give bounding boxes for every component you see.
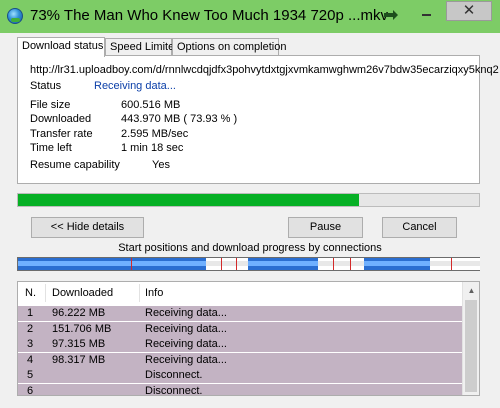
connection-marker xyxy=(236,258,237,270)
progress-fill xyxy=(18,194,359,206)
connections-progress-bar xyxy=(17,257,480,271)
close-button[interactable]: ✕ xyxy=(446,1,492,21)
cell-info: Receiving data... xyxy=(145,338,227,350)
resume-capability-value: Yes xyxy=(152,159,170,171)
scrollbar-thumb[interactable] xyxy=(465,300,477,392)
file-size-value: 600.516 MB xyxy=(121,99,181,111)
time-left-value: 1 min 18 sec xyxy=(121,142,184,154)
cell-info: Disconnect. xyxy=(145,384,203,396)
connection-gap xyxy=(430,258,480,270)
table-row[interactable]: 2 151.706 MB Receiving data... xyxy=(18,321,462,337)
connections-bar-highlight xyxy=(18,261,479,266)
table-row[interactable]: 6 Disconnect. xyxy=(18,383,462,396)
window-title: 73% The Man Who Knew Too Much 1934 720p … xyxy=(30,7,388,24)
time-left-label: Time left xyxy=(30,142,72,154)
title-bar[interactable]: 73% The Man Who Knew Too Much 1934 720p … xyxy=(0,0,500,33)
connection-marker xyxy=(333,258,334,270)
transfer-rate-value: 2.595 MB/sec xyxy=(121,128,189,140)
cancel-button[interactable]: Cancel xyxy=(382,217,457,238)
cell-info: Receiving data... xyxy=(145,322,227,335)
cell-n: 3 xyxy=(27,338,34,350)
status-value: Receiving data... xyxy=(94,80,176,92)
table-row[interactable]: 5 Disconnect. xyxy=(18,368,462,383)
downloaded-value: 443.970 MB ( 73.93 % ) xyxy=(121,113,238,125)
tab-speed-limiter[interactable]: Speed Limiter xyxy=(105,38,178,56)
status-label: Status xyxy=(30,80,62,92)
cell-n: 2 xyxy=(27,322,34,335)
cell-n: 4 xyxy=(27,353,34,366)
column-header-downloaded[interactable]: Downloaded xyxy=(52,287,113,299)
cell-n: 1 xyxy=(27,307,34,319)
download-progress-bar xyxy=(17,193,480,207)
column-header-n[interactable]: N. xyxy=(25,287,36,299)
cell-downloaded: 151.706 MB xyxy=(52,322,112,335)
download-url: http://lr31.uploadboy.com/d/rnnlwcdqjdfx… xyxy=(30,64,499,76)
minimize-button[interactable] xyxy=(413,1,440,21)
idm-app-icon xyxy=(7,8,23,24)
table-row[interactable]: 4 98.317 MB Receiving data... xyxy=(18,352,462,368)
download-status-panel: http://lr31.uploadboy.com/d/rnnlwcdqjdfx… xyxy=(17,55,499,184)
cell-n: 5 xyxy=(27,369,34,381)
tab-options-on-completion[interactable]: Options on completion xyxy=(172,38,286,56)
connection-marker xyxy=(451,258,452,270)
cell-info: Receiving data... xyxy=(145,353,227,366)
close-icon: ✕ xyxy=(462,2,476,19)
connection-marker xyxy=(131,258,132,270)
pause-button[interactable]: Pause xyxy=(288,217,363,238)
connections-table: N. Downloaded Info 1 96.222 MB Receiving d… xyxy=(17,281,480,396)
scroll-up-arrow-icon[interactable]: ▲ xyxy=(463,282,479,299)
table-row[interactable]: 3 97.315 MB Receiving data... xyxy=(18,337,462,352)
cell-downloaded: 96.222 MB xyxy=(52,307,106,319)
cell-n: 6 xyxy=(27,384,34,396)
column-header-info[interactable]: Info xyxy=(145,287,163,299)
table-header: N. Downloaded Info xyxy=(18,282,462,304)
transfer-rate-label: Transfer rate xyxy=(30,128,93,140)
connection-gap xyxy=(318,258,364,270)
cell-info: Disconnect. xyxy=(145,369,203,381)
table-row[interactable]: 1 96.222 MB Receiving data... xyxy=(18,306,462,321)
download-window: 73% The Man Who Knew Too Much 1934 720p … xyxy=(0,0,500,408)
connection-marker xyxy=(221,258,222,270)
connection-marker xyxy=(350,258,351,270)
cell-info: Receiving data... xyxy=(145,307,227,319)
downloaded-label: Downloaded xyxy=(30,113,92,125)
cell-downloaded: 98.317 MB xyxy=(52,353,106,366)
tab-download-status[interactable]: Download status xyxy=(17,37,105,57)
file-size-label: File size xyxy=(30,99,71,111)
download-arrow-icon xyxy=(384,10,398,20)
connections-caption: Start positions and download progress by… xyxy=(118,242,382,254)
hide-details-button[interactable]: << Hide details xyxy=(31,217,144,238)
cell-downloaded: 97.315 MB xyxy=(52,338,106,350)
resume-capability-label: Resume capability xyxy=(30,159,120,171)
connection-gap xyxy=(206,258,248,270)
table-scrollbar[interactable]: ▲ xyxy=(462,282,479,395)
